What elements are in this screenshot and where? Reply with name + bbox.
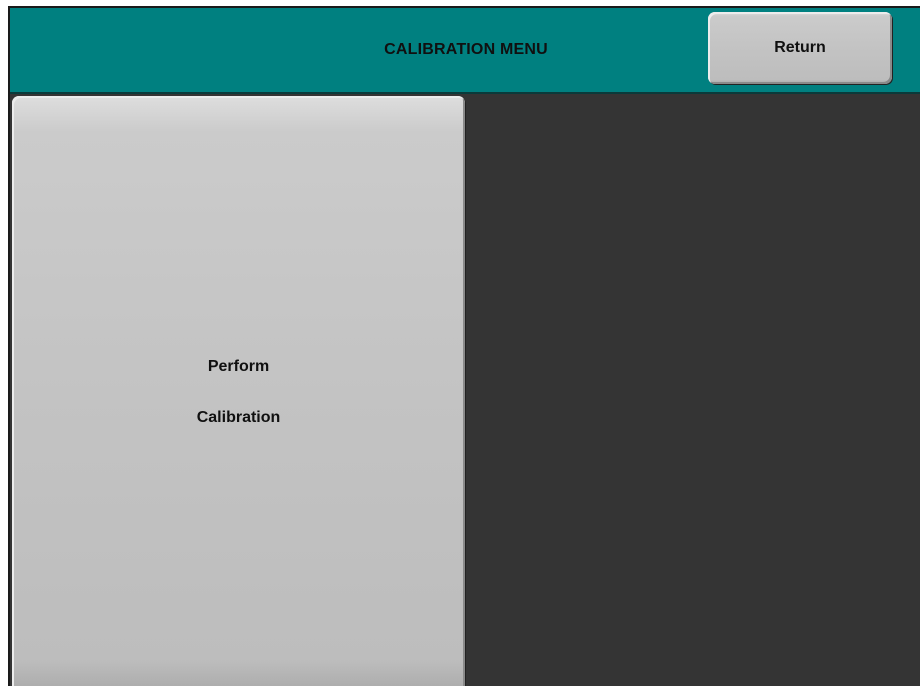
calibration-screen: CALIBRATION MENU Return Perform Calibrat…	[8, 6, 920, 686]
return-button-label: Return	[774, 39, 826, 56]
empty-panel	[467, 96, 920, 686]
return-button[interactable]: Return	[708, 12, 892, 84]
perform-calibration-label-line2: Calibration	[196, 409, 281, 426]
header-bar: CALIBRATION MENU Return	[10, 8, 920, 94]
perform-calibration-button[interactable]: Perform Calibration	[12, 96, 465, 686]
perform-calibration-label-line1: Perform	[207, 358, 270, 375]
